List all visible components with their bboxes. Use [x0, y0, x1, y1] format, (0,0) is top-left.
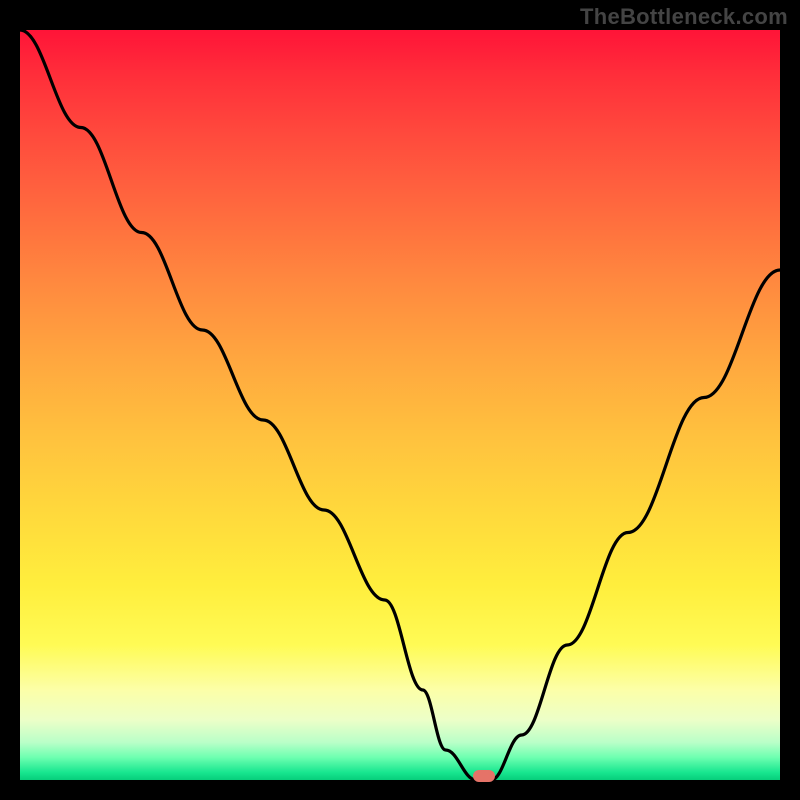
- chart-frame: TheBottleneck.com: [0, 0, 800, 800]
- optimal-marker: [473, 770, 495, 782]
- plot-area: [20, 30, 780, 780]
- bottleneck-curve: [20, 30, 780, 780]
- watermark-text: TheBottleneck.com: [580, 4, 788, 30]
- curve-path: [20, 30, 780, 780]
